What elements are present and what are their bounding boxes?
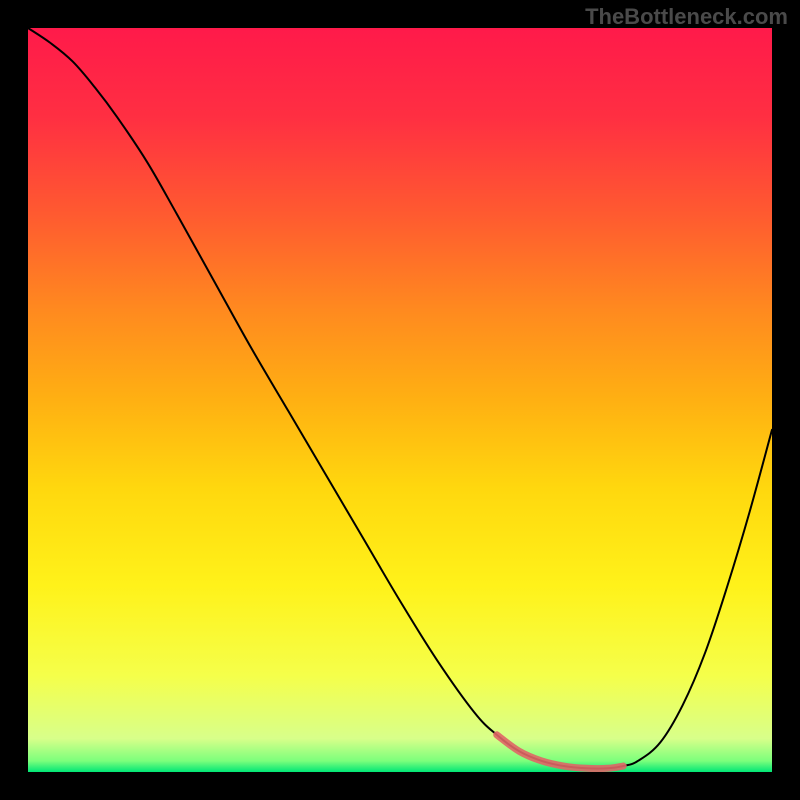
- watermark-text: TheBottleneck.com: [585, 4, 788, 30]
- chart-plot-area: [28, 28, 772, 772]
- chart-svg: [28, 28, 772, 772]
- chart-background: [28, 28, 772, 772]
